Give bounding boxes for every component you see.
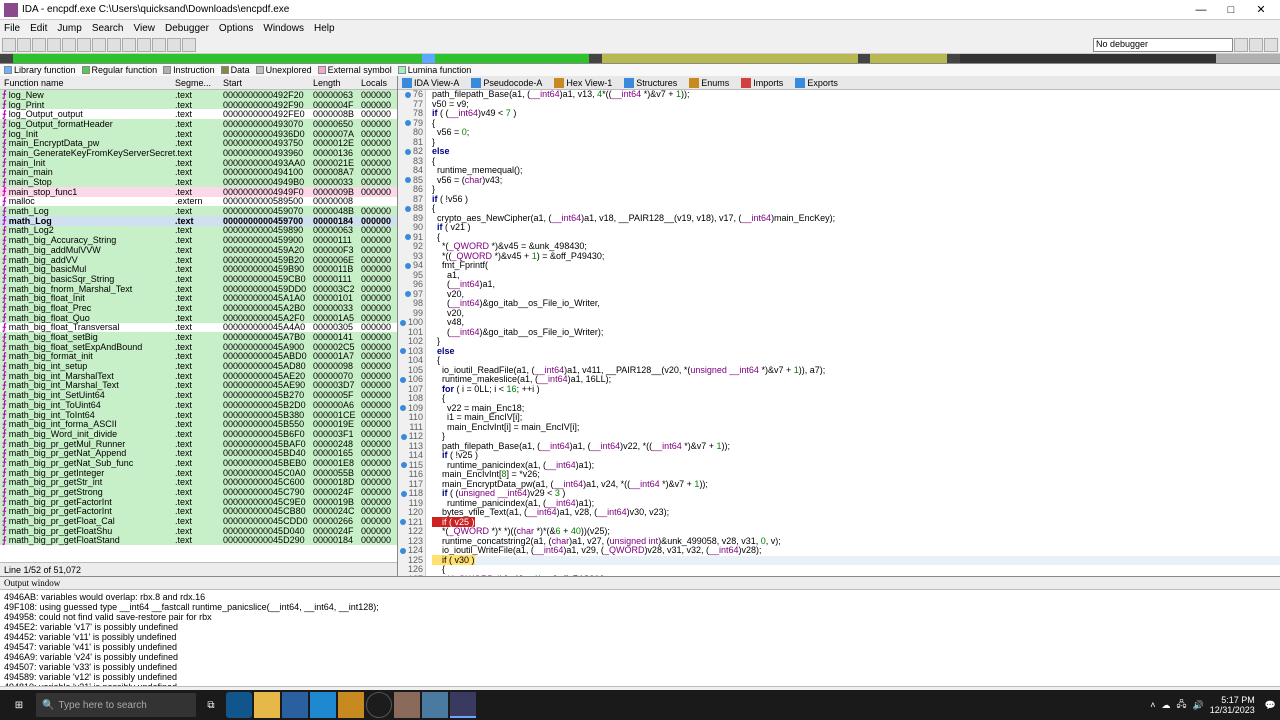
graph-icon[interactable] <box>182 38 196 52</box>
menu-view[interactable]: View <box>134 23 156 34</box>
output-line: 494452: variable 'v11' is possibly undef… <box>4 632 1276 642</box>
tab-hex-view-1[interactable]: Hex View-1 <box>554 78 612 88</box>
legend-item: Lumina function <box>398 65 472 75</box>
app-icon-1[interactable] <box>394 692 420 718</box>
tab-imports[interactable]: Imports <box>741 78 783 88</box>
enum-icon[interactable] <box>152 38 166 52</box>
zoom-icon[interactable] <box>92 38 106 52</box>
legend-item: Unexplored <box>256 65 312 75</box>
legend-item: Library function <box>4 65 76 75</box>
explorer-icon[interactable] <box>254 692 280 718</box>
app-icon <box>4 3 18 17</box>
system-tray[interactable]: ˄ ☁ 🖧 🔊 5:17 PM 12/31/2023 💬 <box>1150 695 1276 715</box>
save-icon[interactable] <box>17 38 31 52</box>
output-window[interactable]: Output window 4946AB: variables would ov… <box>0 576 1280 686</box>
tab-ida-view-a[interactable]: IDA View-A <box>402 78 459 88</box>
output-line: 49F108: using guessed type __int64 __fas… <box>4 602 1276 612</box>
store-icon[interactable] <box>282 692 308 718</box>
xref-icon[interactable] <box>167 38 181 52</box>
clock[interactable]: 5:17 PM 12/31/2023 <box>1210 695 1259 715</box>
function-row[interactable]: ⨍math_big_pr_getFloatStand.text000000000… <box>0 536 397 546</box>
maximize-button[interactable]: □ <box>1216 4 1246 16</box>
legend-bar: Library function Regular function Instruct… <box>0 64 1280 76</box>
minimize-button[interactable]: — <box>1186 4 1216 16</box>
views-tabbar: IDA View-A Pseudocode-A Hex View-1 Structur… <box>398 76 1280 90</box>
line-gutter: 7677787980818283848586878889909192939495… <box>398 90 426 576</box>
notifications-icon[interactable]: 💬 <box>1265 700 1276 711</box>
stop-icon[interactable] <box>1264 38 1278 52</box>
forward-icon[interactable] <box>47 38 61 52</box>
network-icon[interactable]: 🖧 <box>1176 697 1186 713</box>
legend-item: Regular function <box>82 65 158 75</box>
function-icon: ⨍ <box>2 535 7 546</box>
ida-icon[interactable] <box>450 692 476 718</box>
menu-help[interactable]: Help <box>314 23 335 34</box>
hex-icon[interactable] <box>122 38 136 52</box>
output-line: 494547: variable 'v41' is possibly undef… <box>4 642 1276 652</box>
output-line: 4946AB: variables would overlap: rbx.8 a… <box>4 592 1276 602</box>
task-view-icon[interactable]: ⧉ <box>198 692 224 718</box>
debugger-combo[interactable]: No debugger <box>1093 38 1233 52</box>
refresh-icon[interactable] <box>77 38 91 52</box>
output-line: 494589: variable 'v12' is possibly undef… <box>4 672 1276 682</box>
functions-table[interactable]: ⨍log_New.text0000000000492F2000000063000… <box>0 90 397 562</box>
legend-item: External symbol <box>318 65 392 75</box>
open-icon[interactable] <box>2 38 16 52</box>
output-line: 494507: variable 'v33' is possibly undef… <box>4 662 1276 672</box>
pseudocode-view[interactable]: 7677787980818283848586878889909192939495… <box>398 90 1280 576</box>
output-line: 4946A9: variable 'v24' is possibly undef… <box>4 652 1276 662</box>
tab-exports[interactable]: Exports <box>795 78 838 88</box>
menu-search[interactable]: Search <box>92 23 124 34</box>
tab-enums[interactable]: Enums <box>689 78 729 88</box>
code-lines[interactable]: path_filepath_Base(a1, (__int64)a1, v13,… <box>426 90 1280 576</box>
menu-edit[interactable]: Edit <box>30 23 47 34</box>
menubar: File Edit Jump Search View Debugger Options Win… <box>0 20 1280 36</box>
titlebar: IDA - encpdf.exe C:\Users\quicksand\Down… <box>0 0 1280 20</box>
run-icon[interactable] <box>62 38 76 52</box>
terminal-icon[interactable] <box>338 692 364 718</box>
menu-jump[interactable]: Jump <box>57 23 81 34</box>
toolbar: No debugger <box>0 36 1280 54</box>
volume-icon[interactable]: 🔊 <box>1193 700 1204 711</box>
back-icon[interactable] <box>32 38 46 52</box>
text-icon[interactable] <box>107 38 121 52</box>
functions-window: Function name Segme... Start Length Loca… <box>0 76 398 576</box>
output-line: 4945E2: variable 'v17' is possibly undef… <box>4 622 1276 632</box>
app-icon-2[interactable] <box>422 692 448 718</box>
struct-icon[interactable] <box>137 38 151 52</box>
functions-header[interactable]: Function name Segme... Start Length Loca… <box>0 76 397 90</box>
functions-status: Line 1/52 of 51,072 <box>0 562 397 576</box>
tab-pseudocode-a[interactable]: Pseudocode-A <box>471 78 542 88</box>
close-button[interactable]: ✕ <box>1246 3 1276 16</box>
pause-icon[interactable] <box>1249 38 1263 52</box>
taskbar-search[interactable]: 🔍 Type here to search <box>36 693 196 717</box>
menu-file[interactable]: File <box>4 23 20 34</box>
start-button[interactable]: ⊞ <box>4 692 34 718</box>
legend-item: Instruction <box>163 65 215 75</box>
menu-windows[interactable]: Windows <box>263 23 304 34</box>
search-icon: 🔍 <box>42 700 54 711</box>
vscode-icon[interactable] <box>310 692 336 718</box>
play-icon[interactable] <box>1234 38 1248 52</box>
edge-icon[interactable] <box>226 692 252 718</box>
window-title: IDA - encpdf.exe C:\Users\quicksand\Down… <box>22 4 1186 15</box>
tray-up-icon[interactable]: ˄ <box>1150 700 1155 710</box>
cloud-icon[interactable]: ☁ <box>1161 700 1170 711</box>
navigation-band[interactable] <box>0 54 1280 64</box>
menu-debugger[interactable]: Debugger <box>165 23 209 34</box>
legend-item: Data <box>221 65 250 75</box>
tab-structures[interactable]: Structures <box>624 78 677 88</box>
chrome-icon[interactable] <box>366 692 392 718</box>
output-line: 494958: could not find valid save-restor… <box>4 612 1276 622</box>
taskbar[interactable]: ⊞ 🔍 Type here to search ⧉ ˄ ☁ 🖧 🔊 5:17 P… <box>0 690 1280 720</box>
menu-options[interactable]: Options <box>219 23 253 34</box>
output-title: Output window <box>0 577 1280 590</box>
